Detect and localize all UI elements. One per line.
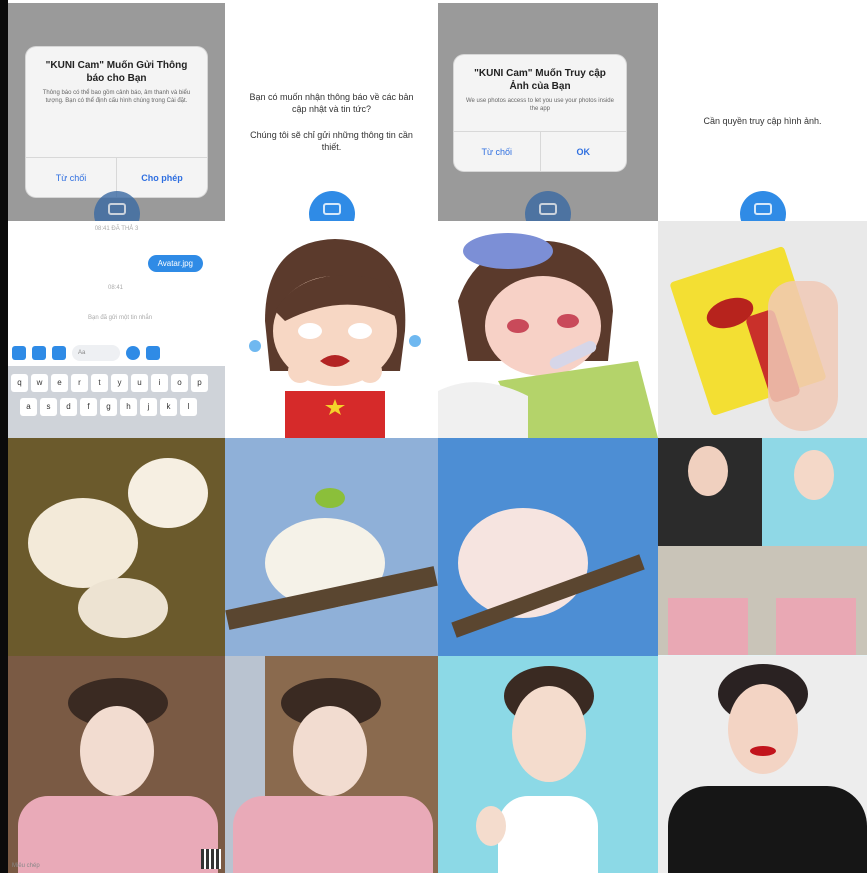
camera-icon: [322, 203, 341, 215]
photo-permission-panel: "KUNI Cam" Muốn Truy cập Ảnh của Bạn We …: [438, 3, 658, 221]
access-required-text: Cần quyền truy cập hình ảnh.: [703, 116, 822, 126]
blossom-photo-3: [438, 438, 658, 656]
camera-icon: [107, 203, 126, 215]
blossom-photo-2: [225, 438, 438, 656]
black-blazer: [668, 786, 867, 873]
red-lips: [750, 746, 776, 756]
face: [293, 706, 367, 796]
key-i[interactable]: i: [151, 374, 168, 392]
key-s[interactable]: s: [40, 398, 57, 416]
reply-text: Bạn đã gửi một tin nhắn: [88, 315, 153, 321]
sick-girl-sticker: [438, 221, 658, 438]
message-input[interactable]: Aa: [72, 345, 120, 361]
key-a[interactable]: a: [20, 398, 37, 416]
face: [512, 686, 586, 782]
hand: [476, 806, 506, 846]
keyboard: q w e r t y u i o p a s d f g h j k l: [8, 366, 225, 438]
key-f[interactable]: f: [80, 398, 97, 416]
deny-button[interactable]: Từ chối: [454, 132, 540, 171]
photo-grid: "KUNI Cam" Muốn Gửi Thông báo cho Bạn Th…: [8, 3, 867, 873]
key-t[interactable]: t: [91, 374, 108, 392]
crying-girl-illustration: [249, 239, 421, 438]
costume-portrait-1: Miêu chép: [8, 656, 225, 873]
face: [80, 706, 154, 796]
notification-permission-panel: "KUNI Cam" Muốn Gửi Thông báo cho Bạn Th…: [8, 3, 225, 221]
key-r[interactable]: r: [71, 374, 88, 392]
portrait-black-blazer: [658, 656, 867, 873]
camera-button[interactable]: [525, 191, 571, 221]
deny-button[interactable]: Từ chối: [26, 158, 116, 197]
pink-robe: [18, 796, 218, 873]
chat-timestamp: 08:41 ĐÃ THẢ 3: [94, 226, 139, 232]
key-l[interactable]: l: [180, 398, 197, 416]
camera-icon: [539, 203, 557, 215]
ok-button[interactable]: OK: [539, 132, 627, 171]
emoji-icon[interactable]: [126, 346, 140, 360]
like-icon[interactable]: [146, 346, 160, 360]
costume-portrait-2: [225, 656, 438, 873]
apps-icon[interactable]: [12, 346, 26, 360]
photo-access-dialog: "KUNI Cam" Muốn Truy cập Ảnh của Bạn We …: [454, 55, 626, 171]
pink-robe: [233, 796, 433, 873]
allow-button[interactable]: Cho phép: [116, 158, 207, 197]
prompt-line-1: Bạn có muốn nhận thông báo về các bản cậ…: [249, 92, 414, 114]
notification-prompt-panel: Bạn có muốn nhận thông báo về các bản cậ…: [225, 3, 438, 221]
camera-icon[interactable]: [32, 346, 46, 360]
dialog-title: "KUNI Cam" Muốn Truy cập Ảnh của Bạn: [474, 68, 606, 92]
notification-dialog: "KUNI Cam" Muốn Gửi Thông báo cho Bạn Th…: [26, 47, 207, 197]
key-d[interactable]: d: [60, 398, 77, 416]
hand: [768, 281, 838, 431]
collage-frame: "KUNI Cam" Muốn Gửi Thông báo cho Bạn Th…: [0, 0, 867, 873]
key-p[interactable]: p: [191, 374, 208, 392]
portrait-cyan-background: [438, 656, 658, 873]
key-w[interactable]: w: [31, 374, 48, 392]
celebrity-collage: [658, 438, 867, 656]
blossom-cluster: [128, 458, 208, 528]
key-g[interactable]: g: [100, 398, 117, 416]
key-q[interactable]: q: [11, 374, 28, 392]
lip-balm-photo: [658, 221, 867, 438]
key-k[interactable]: k: [160, 398, 177, 416]
face: [688, 446, 728, 496]
left-border: [0, 0, 8, 873]
face: [728, 684, 798, 774]
white-top: [498, 796, 598, 873]
key-y[interactable]: y: [111, 374, 128, 392]
blossom-cluster: [28, 498, 138, 588]
photo-access-required-panel: Cần quyền truy cập hình ảnh.: [658, 3, 867, 221]
chat-toolbar: Aa: [8, 343, 225, 363]
qr-code-icon: [201, 849, 221, 869]
camera-button[interactable]: [739, 191, 786, 221]
dialog-message: We use photos access to let you use your…: [466, 98, 614, 112]
pink-robe: [776, 598, 856, 655]
crying-girl-sticker: [225, 221, 438, 438]
gallery-icon[interactable]: [52, 346, 66, 360]
messenger-chat-panel: 08:41 ĐÃ THẢ 3 Avatar.jpg 08:41 Bạn đã g…: [8, 221, 225, 438]
key-o[interactable]: o: [171, 374, 188, 392]
dialog-title: "KUNI Cam" Muốn Gửi Thông báo cho Bạn: [45, 60, 188, 84]
keyboard-row-2: a s d f g h j k l: [11, 398, 222, 416]
blossom-photo-1: [8, 438, 225, 656]
prompt-line-2: Chúng tôi sẽ chỉ gửi những thông tin cần…: [250, 130, 413, 152]
key-h[interactable]: h: [120, 398, 137, 416]
camera-icon: [753, 203, 772, 215]
face: [794, 450, 834, 500]
sick-girl-illustration: [438, 233, 658, 438]
key-u[interactable]: u: [131, 374, 148, 392]
key-j[interactable]: j: [140, 398, 157, 416]
message-time: 08:41: [108, 285, 124, 291]
keyboard-row-1: q w e r t y u i o p: [11, 374, 222, 392]
pink-robe: [668, 598, 748, 655]
camera-button[interactable]: [308, 191, 355, 221]
caption: Miêu chép: [12, 863, 40, 869]
dialog-message: Thông báo có thể bao gồm cảnh báo, âm th…: [42, 90, 191, 104]
key-e[interactable]: e: [51, 374, 68, 392]
dialog-actions: Từ chối OK: [454, 131, 626, 171]
sent-message-bubble[interactable]: Avatar.jpg: [147, 255, 203, 272]
bird: [315, 488, 345, 508]
blossom-cluster: [78, 578, 168, 638]
